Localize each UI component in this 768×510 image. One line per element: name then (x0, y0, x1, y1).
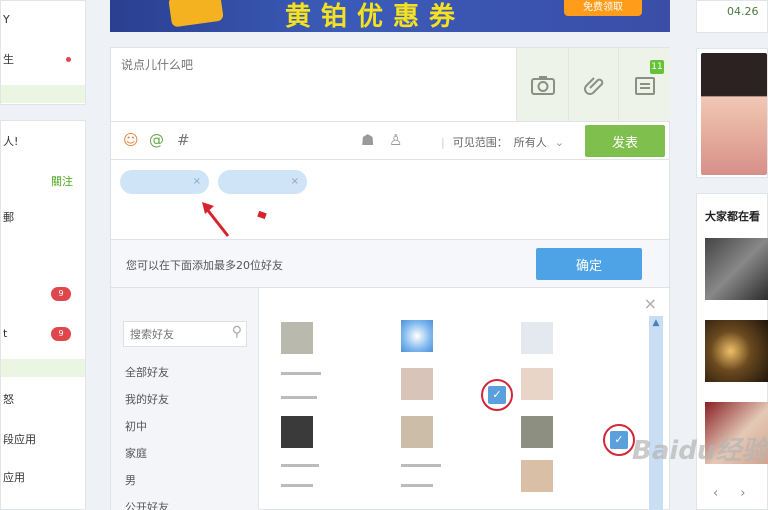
left-nav-item[interactable]: 關注 (1, 169, 85, 195)
friend-avatar[interactable] (281, 416, 313, 448)
watermark: Baidu经验 (632, 436, 768, 466)
trending-thumbnail[interactable] (705, 238, 768, 300)
scrollbar[interactable] (649, 316, 663, 510)
scroll-up-icon[interactable]: ▲ (649, 316, 663, 330)
annotation-arrow-icon (202, 202, 230, 237)
friend-name (401, 464, 441, 467)
friend-picker: ⚲ 全部好友 我的好友 初中 家庭 男 公开好友 × ▲ ✓ ✓ (110, 288, 670, 510)
friend-selected-check[interactable]: ✓ (603, 424, 635, 456)
left-nav-item[interactable] (1, 241, 85, 267)
confirm-button[interactable]: 确定 (536, 248, 642, 280)
left-nav-item[interactable]: Y (1, 7, 85, 33)
emoji-icon[interactable]: ☺ (123, 131, 139, 149)
friend-limit-hint: 您可以在下面添加最多20位好友 (126, 259, 283, 272)
remove-tag-icon[interactable]: × (193, 170, 201, 194)
coupon-icon (168, 0, 224, 28)
mention-tag[interactable]: × (218, 170, 307, 194)
friend-search: ⚲ (123, 321, 247, 347)
left-nav-item[interactable]: t9 (1, 321, 85, 347)
mention-tags-area: × × (110, 160, 670, 240)
search-icon[interactable]: ⚲ (232, 324, 242, 340)
follow-link[interactable]: 關注 (51, 169, 73, 195)
close-icon[interactable]: × (644, 294, 657, 313)
post-composer: 11 (110, 47, 670, 122)
notification-dot (66, 57, 71, 62)
hash-icon[interactable]: # (177, 131, 190, 149)
at-icon[interactable]: @ (149, 131, 164, 149)
date-label: 04.26 (727, 5, 759, 18)
avatar[interactable] (701, 53, 767, 175)
left-nav-item[interactable]: 段应用 (1, 427, 85, 453)
group-item[interactable]: 公开好友 (125, 499, 169, 510)
chevron-down-icon: ⌄ (554, 136, 564, 149)
visibility-value: 所有人 (513, 136, 547, 149)
left-sidebar: Y 生 人! 關注 郵 9 t9 怒 段应用 应用 (0, 0, 86, 510)
friend-avatar[interactable] (401, 368, 433, 400)
trending-thumbnail[interactable] (705, 320, 768, 382)
left-nav-item[interactable]: 应用 (1, 465, 85, 491)
friend-selected-check[interactable]: ✓ (481, 379, 513, 411)
left-nav-lower: 人! 關注 郵 9 t9 怒 段应用 应用 (0, 120, 86, 510)
left-nav-item[interactable]: 生 (1, 47, 85, 73)
group-item[interactable]: 初中 (125, 418, 147, 434)
friend-avatar[interactable] (521, 416, 553, 448)
next-icon[interactable]: › (740, 486, 767, 501)
friend-avatar[interactable] (401, 416, 433, 448)
mask-icon[interactable]: ♙ (389, 131, 402, 149)
banner-claim-button[interactable]: 免费领取 (564, 0, 642, 16)
friend-avatar[interactable] (521, 368, 553, 400)
friend-avatar[interactable] (281, 322, 313, 354)
count-badge: 9 (51, 327, 71, 341)
new-badge: 11 (650, 60, 664, 74)
attachment-icon[interactable] (568, 48, 620, 121)
group-item[interactable]: 我的好友 (125, 391, 169, 407)
group-item[interactable]: 男 (125, 472, 136, 488)
banner-title: 黄铂优惠券 (285, 2, 466, 32)
left-nav-item-active[interactable] (1, 85, 85, 103)
composer-toolbar: ☺ @ # ☗ ♙ | 可见范围： 所有人 ⌄ 发表 (110, 122, 670, 160)
camera-icon[interactable] (516, 48, 568, 121)
friend-name (281, 396, 317, 399)
friend-name (401, 484, 433, 487)
ghost-icon[interactable]: ☗ (361, 131, 374, 149)
profile-panel (696, 48, 768, 178)
visibility-label: 可见范围： (452, 136, 508, 149)
left-nav-item-active[interactable] (1, 359, 85, 377)
left-nav-item[interactable]: 郵 (1, 205, 85, 231)
friend-avatar[interactable] (521, 322, 553, 354)
visibility-selector[interactable]: | 可见范围： 所有人 ⌄ (441, 134, 564, 150)
friend-name (281, 464, 319, 467)
left-nav-item[interactable]: 怒 (1, 387, 85, 413)
friend-grid: × ▲ ✓ ✓ (259, 288, 669, 510)
trending-title: 大家都在看 (705, 210, 760, 223)
group-item[interactable]: 家庭 (125, 445, 147, 461)
friend-avatar[interactable] (521, 460, 553, 492)
publish-button[interactable]: 发表 (585, 125, 665, 157)
left-nav-item[interactable]: 人! (1, 129, 85, 155)
grid-icon[interactable]: 11 (618, 48, 670, 121)
group-item[interactable]: 全部好友 (125, 364, 169, 380)
friend-limit-bar: 您可以在下面添加最多20位好友 确定 (110, 240, 670, 288)
promo-banner[interactable]: 黄铂优惠券 免费领取 (110, 0, 670, 32)
date-panel: 04.26 (696, 0, 768, 33)
remove-tag-icon[interactable]: × (291, 170, 299, 194)
left-nav-upper: Y 生 (0, 0, 86, 105)
friend-groups: ⚲ 全部好友 我的好友 初中 家庭 男 公开好友 (111, 288, 259, 510)
left-nav-item[interactable]: 9 (1, 281, 85, 307)
friend-name (281, 484, 313, 487)
post-input[interactable] (111, 48, 516, 121)
mention-tag[interactable]: × (120, 170, 209, 194)
friend-name (281, 372, 321, 375)
trending-pager: ‹› (713, 486, 767, 501)
count-badge: 9 (51, 287, 71, 301)
prev-icon[interactable]: ‹ (713, 486, 740, 501)
friend-search-input[interactable] (124, 322, 224, 346)
friend-avatar[interactable] (401, 320, 433, 352)
